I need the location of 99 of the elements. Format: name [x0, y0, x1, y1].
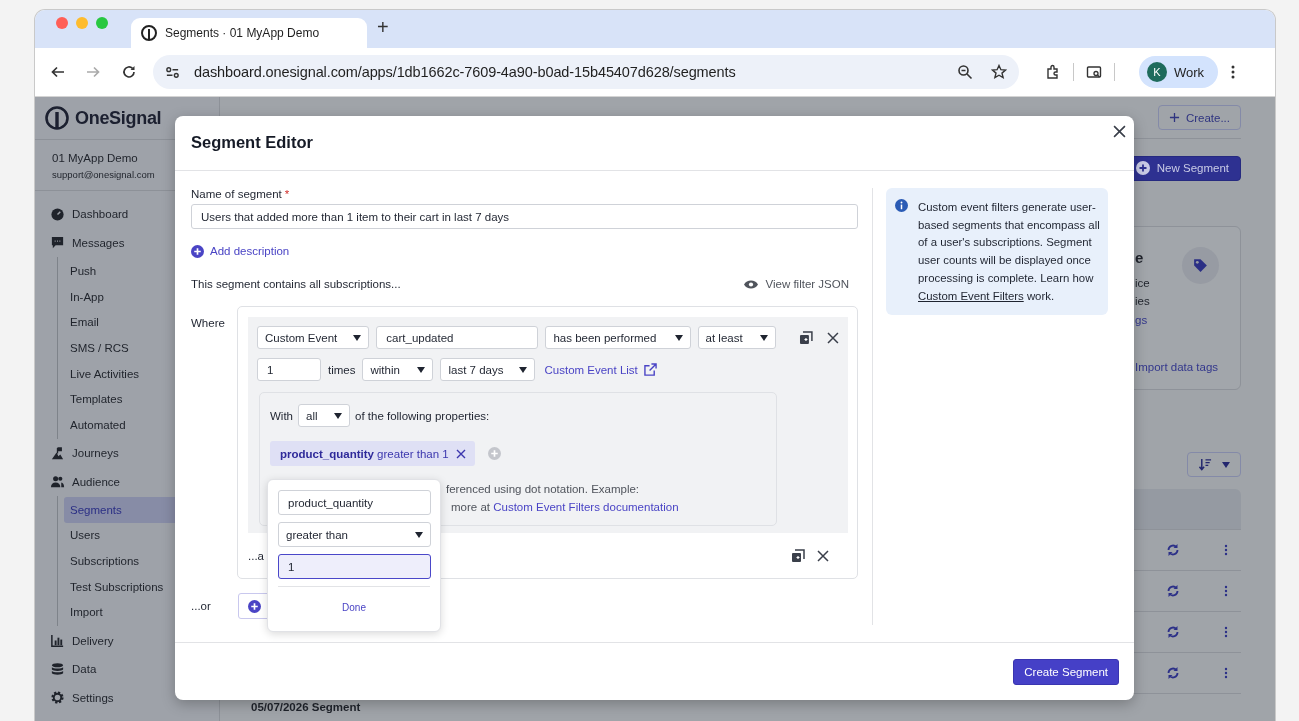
where-label: Where	[191, 316, 226, 331]
people-icon	[50, 474, 65, 490]
required-mark: *	[284, 188, 290, 200]
sidebar-item[interactable]: Data	[35, 654, 219, 684]
help-text: ferenced using dot notation. Example:	[446, 482, 641, 497]
bookmark-star-icon[interactable]	[991, 64, 1007, 80]
sync-icon[interactable]	[1166, 543, 1180, 557]
caret-down-icon	[519, 366, 528, 373]
close-icon[interactable]	[817, 550, 829, 562]
info-icon	[895, 199, 908, 212]
browser-tab[interactable]: Segments · 01 MyApp Demo	[131, 18, 367, 48]
plus-icon	[1168, 112, 1180, 123]
caret-down-icon	[674, 334, 683, 341]
event-name-field[interactable]: cart_updated	[376, 326, 539, 349]
and-label: ...a	[248, 550, 264, 562]
more-options-icon[interactable]	[1224, 544, 1228, 556]
dashboard-icon	[50, 206, 65, 222]
done-button[interactable]: Done	[334, 602, 374, 613]
remove-icon[interactable]	[455, 448, 466, 459]
documentation-link[interactable]: Custom Event Filters documentation	[493, 501, 679, 513]
close-icon[interactable]	[1113, 125, 1126, 138]
with-label: With	[270, 409, 293, 422]
profile-button[interactable]: K Work	[1139, 56, 1219, 88]
caret-down-icon	[1221, 461, 1230, 468]
bar-chart-icon	[50, 633, 65, 648]
back-icon[interactable]	[50, 64, 66, 80]
brand-name: OneSignal	[75, 107, 162, 129]
app-name: 01 MyApp Demo	[52, 152, 139, 164]
sidebar-item[interactable]: Audience	[35, 467, 219, 496]
dropdown[interactable]: has been performed	[545, 326, 691, 349]
card-text: ies	[1135, 294, 1150, 307]
menu-icon[interactable]	[1231, 64, 1236, 80]
filter-type-dropdown[interactable]: Custom Event	[257, 326, 370, 349]
match-dropdown[interactable]: all	[298, 404, 350, 427]
close-icon[interactable]	[827, 331, 839, 344]
address-bar[interactable]: dashboard.onesignal.com/apps/1db1662c-7609-4a90-b0ad-15b45407d628/segments	[153, 55, 1019, 89]
custom-event-list-link[interactable]: Custom Event List	[544, 363, 657, 376]
plus-circle-icon	[1135, 161, 1150, 176]
favicon-icon	[141, 25, 157, 41]
segment-name: 05/07/2026 Segment	[251, 701, 361, 713]
count-field[interactable]: 1	[257, 358, 321, 381]
property-name-field[interactable]: product_quantity	[278, 490, 431, 515]
info-text: Custom event filters generate user-based segments that encompass all of a user's subscriptions. Segment user counts will be displayed once processing is complete. Learn how Custom Event Filters work.	[918, 200, 1100, 304]
plus-circle-icon	[247, 599, 261, 613]
extensions-icon[interactable]	[1045, 64, 1061, 80]
import-data-tags-link[interactable]: Import data tags	[1135, 360, 1219, 373]
sidebar-item[interactable]: Delivery	[35, 626, 219, 655]
dropdown[interactable]: last 7 days	[440, 358, 536, 381]
more-options-icon[interactable]	[1224, 626, 1228, 638]
sync-icon[interactable]	[1166, 666, 1180, 680]
sort-button[interactable]	[1187, 452, 1241, 477]
database-icon	[50, 661, 65, 677]
account-email: support@onesignal.com	[52, 169, 156, 180]
logo-icon	[45, 106, 69, 130]
duplicate-icon[interactable]	[791, 549, 805, 563]
tab-search-icon[interactable]	[1086, 64, 1102, 80]
operator-dropdown[interactable]: greater than	[278, 522, 431, 547]
segment-name-field[interactable]: Users that added more than 1 item to their cart in last 7 days	[191, 204, 858, 229]
sidebar-item[interactable]: Settings	[35, 683, 219, 712]
plus-circle-icon	[191, 244, 204, 258]
site-settings-icon	[165, 64, 180, 80]
reload-icon[interactable]	[121, 64, 137, 80]
duplicate-icon[interactable]	[799, 330, 814, 345]
card-link[interactable]: gs	[1135, 313, 1148, 326]
properties-label: of the following properties:	[355, 409, 490, 422]
sidebar-item[interactable]: Journeys	[35, 438, 219, 468]
tag-icon	[1192, 256, 1209, 274]
sync-icon[interactable]	[1166, 584, 1180, 598]
settings-icon	[50, 690, 65, 705]
view-filter-json-button[interactable]: View filter JSON	[744, 278, 849, 290]
or-label: ...or	[191, 600, 211, 612]
caret-down-icon	[760, 334, 769, 341]
description-text: This segment contains all subscriptions...	[191, 278, 401, 290]
flag-icon	[50, 445, 65, 461]
create-button[interactable]: Create...	[1157, 105, 1241, 130]
times-label: times	[328, 363, 356, 376]
more-options-icon[interactable]	[1224, 585, 1228, 597]
caret-down-icon	[334, 412, 342, 419]
card-text: e	[1135, 248, 1144, 266]
more-options-icon[interactable]	[1224, 667, 1228, 679]
value-field[interactable]: 1	[278, 554, 431, 579]
sync-icon[interactable]	[1166, 625, 1180, 639]
zoom-out-icon[interactable]	[957, 64, 973, 80]
dialog-title: Segment Editor	[191, 133, 313, 152]
field-label: Name of segment	[191, 188, 282, 200]
add-description-link[interactable]: Add description	[191, 242, 290, 260]
dropdown[interactable]: within	[362, 358, 434, 381]
property-filter-chip[interactable]: product_quantity greater than 1	[270, 441, 475, 466]
eye-icon	[744, 279, 759, 289]
caret-down-icon	[417, 366, 426, 373]
caret-down-icon	[353, 334, 362, 341]
sort-icon	[1198, 458, 1212, 472]
new-tab-button[interactable]: +	[377, 15, 389, 39]
create-segment-button[interactable]: Create Segment	[1013, 658, 1119, 685]
card-text: ice	[1135, 276, 1150, 289]
dropdown[interactable]: at least	[697, 326, 777, 349]
help-text: more at Custom Event Filters documentation	[451, 500, 679, 515]
external-link-icon	[643, 363, 657, 376]
custom-event-filters-link[interactable]: Custom Event Filters	[918, 289, 1024, 302]
